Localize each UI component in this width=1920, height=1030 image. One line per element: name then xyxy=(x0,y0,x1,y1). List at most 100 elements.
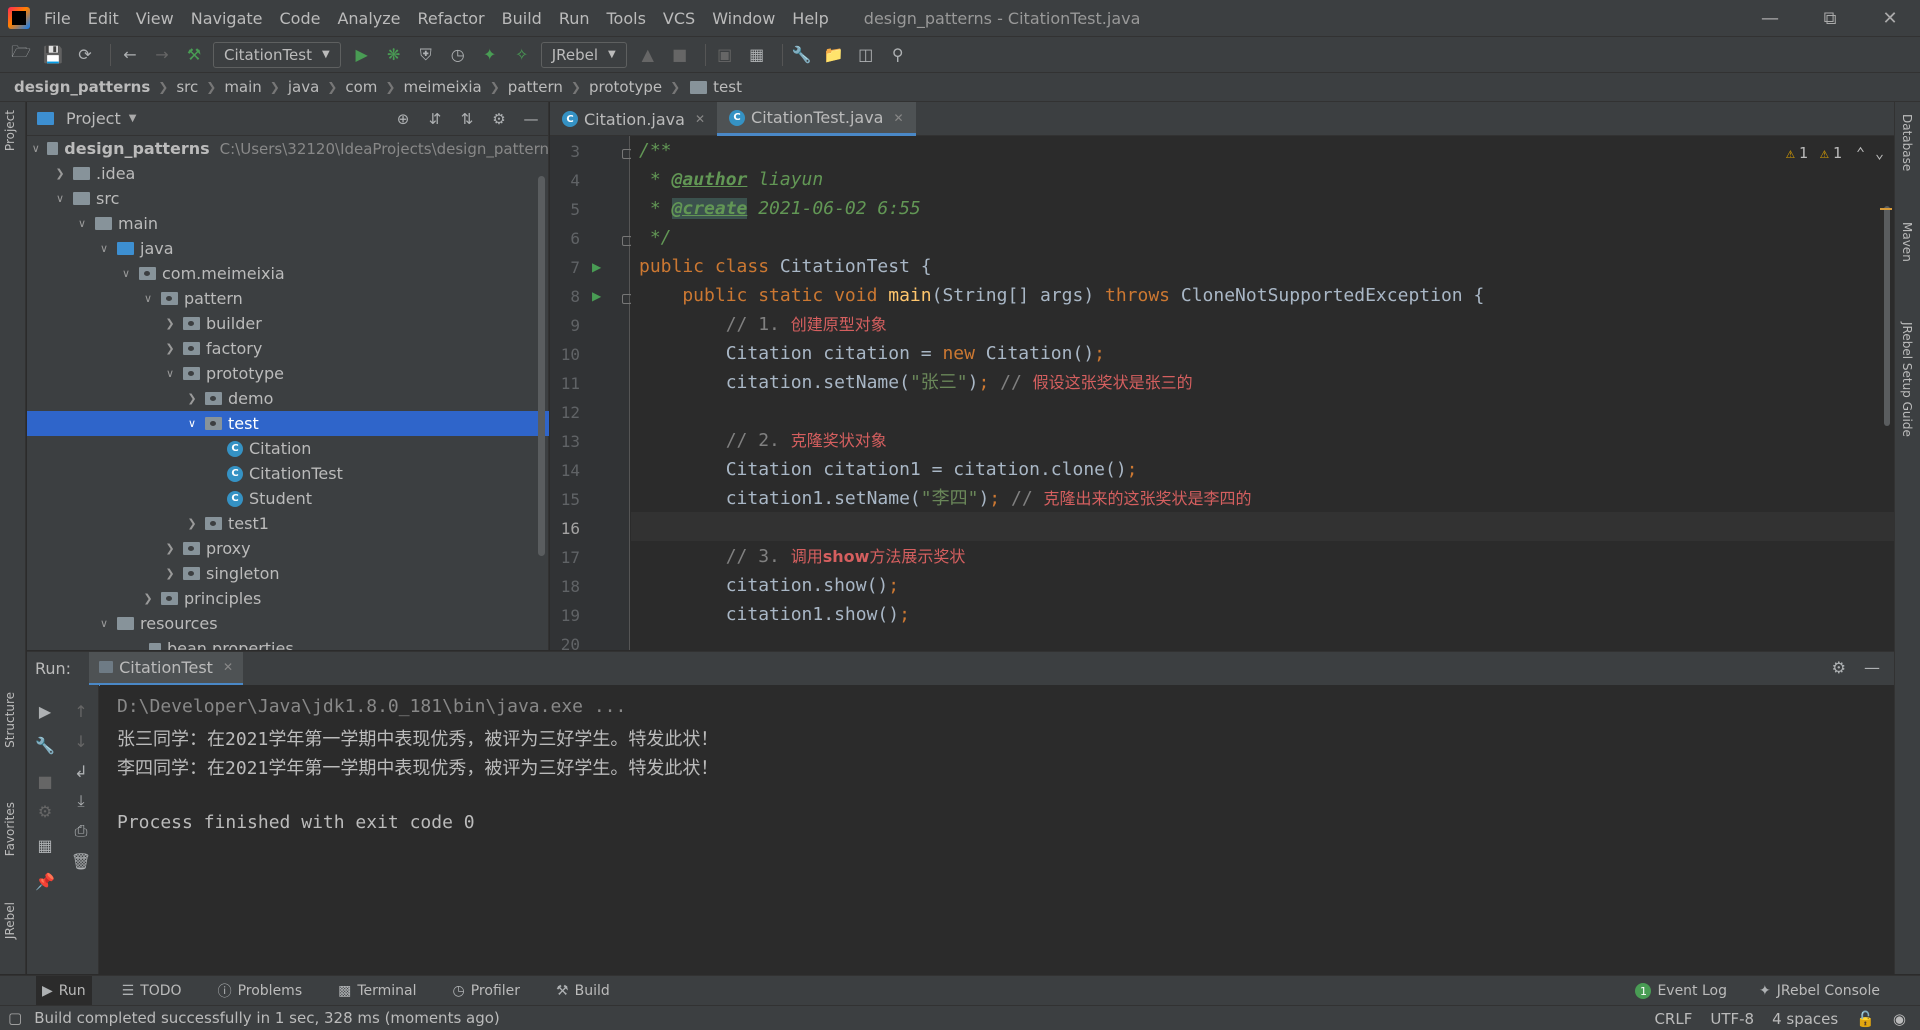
stop-icon[interactable]: ■ xyxy=(33,769,57,793)
search-icon[interactable]: ⚲ xyxy=(885,42,911,68)
tree-item-resources[interactable]: ∨ resources xyxy=(27,611,549,636)
tool-tab-database[interactable]: Database xyxy=(1900,114,1914,171)
tool-tab-favorites[interactable]: Favorites xyxy=(3,802,17,856)
indent-indicator[interactable]: 4 spaces xyxy=(1772,1010,1838,1028)
chevron-right-icon[interactable]: ❯ xyxy=(163,542,177,555)
chevron-down-icon[interactable]: ▼ xyxy=(129,113,137,124)
tree-item-bean-properties[interactable]: bean.properties xyxy=(27,636,549,650)
tree-item-java[interactable]: ∨ java xyxy=(27,236,549,261)
tree-item-design-patterns[interactable]: ∨ design_patterns C:\Users\32120\IdeaPro… xyxy=(27,136,549,161)
chevron-right-icon[interactable]: ❯ xyxy=(163,342,177,355)
coverage-shield-icon[interactable]: ⛨ xyxy=(413,42,439,68)
tree-item-builder[interactable]: ❯ builder xyxy=(27,311,549,336)
chevron-up-icon[interactable]: ⌃ xyxy=(1856,144,1865,162)
crumb-java[interactable]: java xyxy=(288,78,319,96)
chevron-down-icon[interactable]: ∨ xyxy=(97,242,111,255)
chevron-down-icon[interactable]: ∨ xyxy=(75,217,89,230)
chevron-right-icon[interactable]: ❯ xyxy=(185,392,199,405)
crumb-com[interactable]: com xyxy=(345,78,377,96)
expand-all-icon[interactable]: ⇵ xyxy=(424,108,446,130)
profile-icon[interactable]: ◷ xyxy=(445,42,471,68)
tool-tab-jrebel[interactable]: JRebel xyxy=(3,902,17,939)
menu-build[interactable]: Build xyxy=(502,9,542,28)
menu-run[interactable]: Run xyxy=(559,9,590,28)
back-arrow-icon[interactable]: ← xyxy=(117,42,143,68)
tool-tab-maven[interactable]: Maven xyxy=(1900,222,1914,262)
debug-bug-icon[interactable]: ❋ xyxy=(381,42,407,68)
menu-view[interactable]: View xyxy=(136,9,174,28)
tree-item-singleton[interactable]: ❯ singleton xyxy=(27,561,549,586)
tool-window-build[interactable]: ⚒ Build xyxy=(550,976,616,1006)
warning-stripe-mark[interactable] xyxy=(1880,208,1892,210)
tree-scrollbar[interactable] xyxy=(538,176,545,556)
tool-window-run[interactable]: ▶ Run xyxy=(36,975,92,1006)
memory-indicator-icon[interactable]: ◉ xyxy=(1893,1010,1906,1028)
lock-icon[interactable]: 🔓 xyxy=(1856,1010,1875,1028)
close-tab-icon[interactable]: ✕ xyxy=(223,660,233,674)
menu-code[interactable]: Code xyxy=(280,9,321,28)
crumb-src[interactable]: src xyxy=(176,78,198,96)
menu-navigate[interactable]: Navigate xyxy=(191,9,263,28)
tool-window-profiler[interactable]: ◷ Profiler xyxy=(447,976,527,1006)
project-panel-title[interactable]: Project xyxy=(66,109,121,128)
save-all-icon[interactable]: 💾 xyxy=(40,42,66,68)
chevron-down-icon[interactable]: ∨ xyxy=(185,417,199,430)
run-config-select[interactable]: CitationTest ▼ xyxy=(213,41,341,68)
run-gutter-icon[interactable]: ▶ xyxy=(592,289,601,303)
dump-threads-icon[interactable]: ⚙ xyxy=(33,799,57,823)
jrebel-select[interactable]: JRebel ▼ xyxy=(540,41,627,68)
hide-panel-icon[interactable]: — xyxy=(520,108,542,130)
settings-wrench-icon[interactable]: 🔧 xyxy=(789,42,815,68)
crumb-pattern[interactable]: pattern xyxy=(508,78,563,96)
gear-icon[interactable]: ⚙ xyxy=(1832,658,1846,677)
chevron-down-icon[interactable]: ∨ xyxy=(163,367,177,380)
open-folder-icon[interactable]: 🗁 xyxy=(8,42,34,68)
forward-arrow-icon[interactable]: → xyxy=(149,42,175,68)
rerun-icon[interactable]: ▶ xyxy=(33,699,57,723)
arrow-up-icon[interactable]: ↑ xyxy=(69,699,93,723)
tree-item-test1[interactable]: ❯ test1 xyxy=(27,511,549,536)
tree-item-pattern[interactable]: ∨ pattern xyxy=(27,286,549,311)
close-icon[interactable]: ✕ xyxy=(1860,0,1920,36)
tree-item-idea[interactable]: ❯ .idea xyxy=(27,161,549,186)
tool-window-event-log[interactable]: 1 Event Log xyxy=(1629,976,1733,1006)
build-gradle-icon[interactable]: ▲ xyxy=(635,42,661,68)
chevron-right-icon[interactable]: ❯ xyxy=(163,567,177,580)
tab-citationtest-java[interactable]: C CitationTest.java ✕ xyxy=(717,102,916,136)
tree-item-src[interactable]: ∨ src xyxy=(27,186,549,211)
tree-item-main[interactable]: ∨ main xyxy=(27,211,549,236)
build-hammer-icon[interactable]: ⚒ xyxy=(181,42,207,68)
tab-citation-java[interactable]: C Citation.java ✕ xyxy=(550,102,717,136)
tool-tab-jrebel-guide[interactable]: JRebel Setup Guide xyxy=(1900,322,1914,437)
hide-panel-icon[interactable]: — xyxy=(1864,658,1880,677)
sync-icon[interactable]: ⟳ xyxy=(72,42,98,68)
tree-item-prototype[interactable]: ∨ prototype xyxy=(27,361,549,386)
line-separator-indicator[interactable]: CRLF xyxy=(1654,1010,1692,1028)
close-tab-icon[interactable]: ✕ xyxy=(893,111,903,125)
run-gutter-icon[interactable]: ▶ xyxy=(592,260,601,274)
tree-item-citationtest[interactable]: C CitationTest xyxy=(27,461,549,486)
chevron-right-icon[interactable]: ❯ xyxy=(141,592,155,605)
crumb-prototype[interactable]: prototype xyxy=(589,78,662,96)
tool-tab-project[interactable]: Project xyxy=(3,110,17,151)
chevron-right-icon[interactable]: ❯ xyxy=(163,317,177,330)
menu-file[interactable]: File xyxy=(44,9,71,28)
chevron-down-icon[interactable]: ⌄ xyxy=(1875,144,1884,162)
inspection-widget[interactable]: ⚠ 1 ⚠ 1 ⌃ ⌄ xyxy=(1786,144,1884,162)
tree-item-student[interactable]: C Student xyxy=(27,486,549,511)
run-console[interactable]: D:\Developer\Java\jdk1.8.0_181\bin\java.… xyxy=(100,685,1894,974)
chevron-right-icon[interactable]: ❯ xyxy=(53,167,67,180)
chevron-down-icon[interactable]: ∨ xyxy=(119,267,133,280)
chevron-right-icon[interactable]: ❯ xyxy=(185,517,199,530)
tool-window-problems[interactable]: ⓘ Problems xyxy=(212,976,309,1006)
tree-item-test[interactable]: ∨ test xyxy=(27,411,549,436)
tool-window-todo[interactable]: ☰ TODO xyxy=(116,976,188,1006)
crumb-meimeixia[interactable]: meimeixia xyxy=(403,78,481,96)
layout-icon[interactable]: ▦ xyxy=(33,833,57,857)
minimize-icon[interactable]: — xyxy=(1740,0,1800,36)
menu-edit[interactable]: Edit xyxy=(88,9,119,28)
presentation-icon[interactable]: ◫ xyxy=(853,42,879,68)
menu-window[interactable]: Window xyxy=(712,9,775,28)
encoding-indicator[interactable]: UTF-8 xyxy=(1710,1010,1754,1028)
tree-item-demo[interactable]: ❯ demo xyxy=(27,386,549,411)
